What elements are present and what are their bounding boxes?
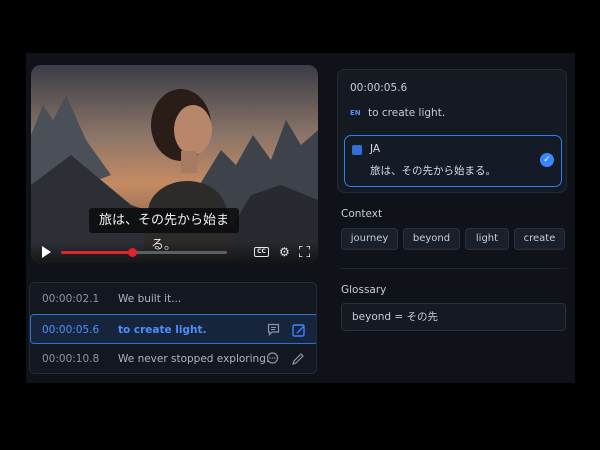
glossary-title: Glossary	[341, 284, 387, 296]
gear-icon[interactable]: ⚙	[279, 245, 290, 259]
play-icon[interactable]	[42, 246, 51, 258]
subtitle-editor-app: 旅は、その先から始まる。 CC ⚙ 00:00:02.1 We built it…	[26, 53, 575, 383]
transcript-list: 00:00:02.1 We built it... 00:00:05.6 to …	[29, 282, 317, 374]
glossary-entry[interactable]: beyond = その先	[341, 303, 566, 331]
fullscreen-icon[interactable]	[299, 246, 310, 257]
transcript-row[interactable]: 00:00:10.8 We never stopped exploring.	[30, 344, 316, 373]
comment-icon[interactable]	[266, 352, 279, 365]
comment-icon[interactable]	[267, 323, 280, 336]
captions-icon[interactable]: CC	[254, 247, 269, 257]
video-subtitle: 旅は、その先から始まる。	[89, 208, 239, 253]
seek-progress	[61, 251, 133, 254]
translate-icon	[352, 145, 362, 155]
row-timecode: 00:00:02.1	[42, 293, 100, 305]
pencil-icon[interactable]	[291, 352, 305, 366]
context-chip[interactable]: journey	[341, 228, 398, 250]
context-title: Context	[341, 208, 383, 220]
check-icon[interactable]: ✓	[540, 153, 554, 167]
context-chip[interactable]: create	[514, 228, 565, 250]
source-text: to create light.	[368, 107, 446, 119]
translation-text: 旅は、その先から始まる。	[370, 165, 496, 177]
context-chip[interactable]: light	[465, 228, 509, 250]
target-lang-label: JA	[370, 143, 381, 155]
player-controls: CC ⚙	[31, 241, 318, 263]
segment-card: 00:00:05.6 EN to create light. JA 旅は、その先…	[337, 69, 567, 193]
divider	[339, 268, 567, 269]
segment-timecode: 00:00:05.6	[350, 82, 408, 94]
seek-handle[interactable]	[128, 248, 138, 257]
source-lang-badge: EN	[350, 109, 361, 117]
row-text: to create light.	[118, 324, 207, 336]
transcript-row-active[interactable]: 00:00:05.6 to create light.	[30, 314, 316, 344]
row-text: We built it...	[118, 293, 182, 305]
row-timecode: 00:00:05.6	[42, 324, 100, 336]
row-timecode: 00:00:10.8	[42, 353, 100, 365]
edit-icon[interactable]	[292, 323, 306, 337]
row-text: We never stopped exploring.	[118, 353, 270, 365]
seek-bar[interactable]	[61, 248, 227, 257]
translation-option-selected[interactable]: JA 旅は、その先から始まる。 ✓	[344, 135, 562, 187]
context-chip[interactable]: beyond	[403, 228, 460, 250]
transcript-row[interactable]: 00:00:02.1 We built it...	[30, 284, 316, 314]
video-player[interactable]: 旅は、その先から始まる。 CC ⚙	[31, 65, 318, 263]
